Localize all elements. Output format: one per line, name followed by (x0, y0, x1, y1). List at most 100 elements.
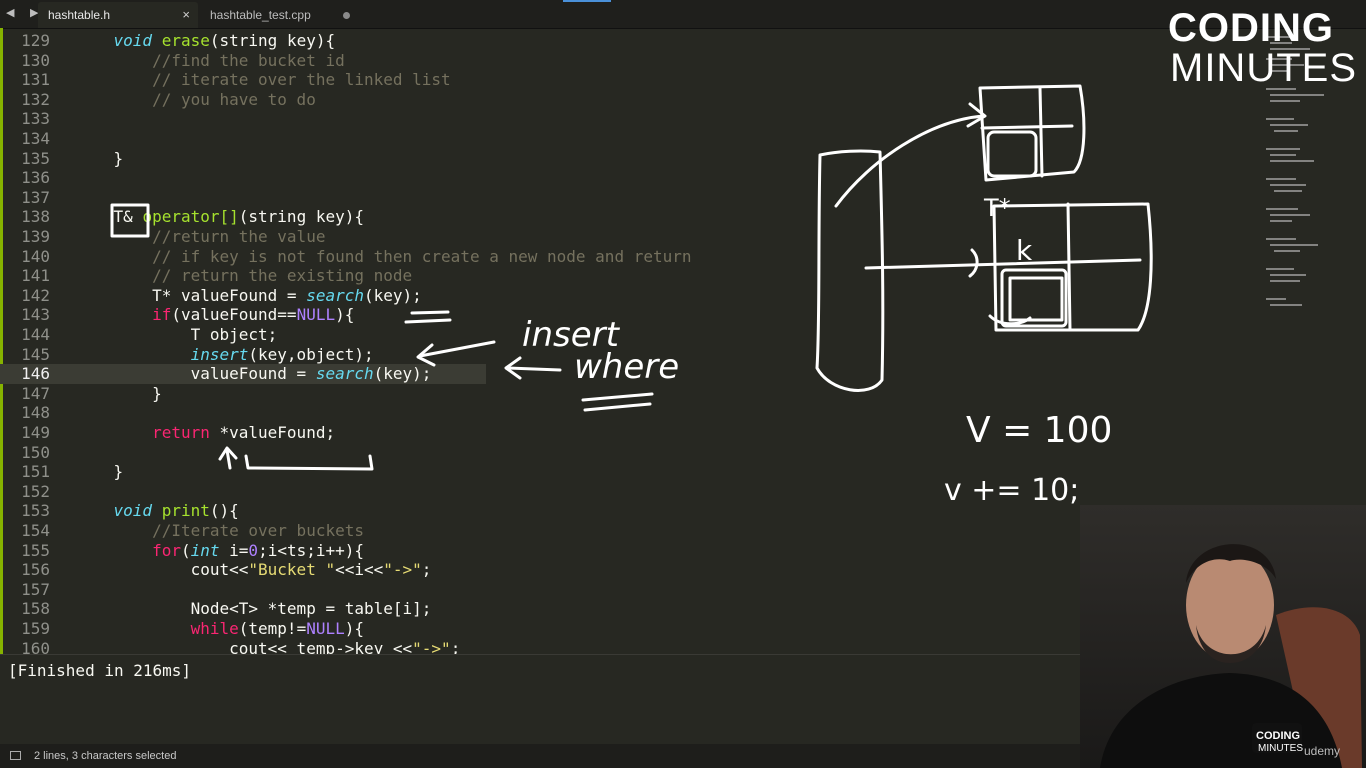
build-output-text: [Finished in 216ms] (8, 661, 192, 680)
line-number: 148 (21, 403, 50, 423)
code-line[interactable]: 150 (0, 443, 1260, 463)
line-number: 142 (21, 285, 50, 305)
line-number: 129 (21, 31, 50, 50)
code-text: // if key is not found then create a new… (152, 246, 692, 266)
code-line[interactable]: 140 // if key is not found then create a… (0, 247, 1260, 267)
code-line[interactable]: 142 T* valueFound = search(key); (0, 286, 1260, 306)
line-number: 133 (21, 109, 50, 129)
line-number: 146 (21, 364, 50, 384)
code-text: Node<T> *temp = table[i]; (75, 599, 432, 619)
code-text: //return the value (152, 227, 326, 246)
line-number: 130 (21, 50, 50, 70)
udemy-watermark: udemy (1304, 744, 1341, 758)
code-line[interactable]: 138 T& operator[](string key){ (0, 207, 1260, 227)
code-text: //find the bucket id (152, 50, 345, 70)
line-number: 138 (21, 207, 50, 227)
code-line[interactable]: 155 for(int i=0;i<ts;i++){ (0, 541, 1260, 561)
code-text: // iterate over the linked list (152, 70, 451, 90)
line-number: 131 (21, 70, 50, 90)
code-line[interactable]: 143 if(valueFound==NULL){ (0, 305, 1260, 325)
line-number: 136 (21, 168, 50, 188)
code-text: while(temp!=NULL){ (190, 619, 364, 638)
code-line[interactable]: 160 cout<< temp->key <<"->"; (0, 639, 1260, 654)
code-text: cout<<"Bucket "<<i<<"->"; (75, 560, 432, 580)
logo-top-text: CODING (1168, 6, 1334, 50)
code-text: //Iterate over buckets (152, 521, 364, 540)
code-line[interactable]: 148 (0, 403, 1260, 423)
line-number: 144 (21, 325, 50, 344)
code-text: void print(){ (113, 501, 239, 521)
line-number: 151 (21, 462, 50, 482)
code-line[interactable]: 156 cout<<"Bucket "<<i<<"->"; (0, 560, 1260, 580)
code-text: } (75, 462, 124, 482)
code-text: insert(key,object); (190, 344, 374, 364)
panel-toggle-icon[interactable] (10, 751, 21, 760)
code-text: T object; (75, 325, 278, 344)
code-text: void erase(string key){ (113, 31, 336, 50)
code-line[interactable]: 131 // iterate over the linked list (0, 70, 1260, 90)
line-number: 155 (21, 540, 50, 560)
shirt-logo-top: CODING (1256, 730, 1300, 742)
tab-hashtable-h[interactable]: hashtable.h × (38, 2, 198, 28)
close-icon[interactable]: × (182, 7, 190, 22)
tab-bar: ◀ ▶ hashtable.h × hashtable_test.cpp (0, 0, 1366, 29)
tab-hashtable-test-cpp[interactable]: hashtable_test.cpp (200, 2, 360, 28)
code-text: } (75, 148, 124, 168)
line-number: 139 (21, 227, 50, 246)
line-number: 140 (21, 246, 50, 266)
line-number: 137 (21, 187, 50, 207)
code-text: // return the existing node (152, 266, 413, 286)
line-number: 160 (21, 638, 50, 654)
coding-minutes-logo: CODING MINUTES (1168, 8, 1358, 88)
line-number: 153 (21, 501, 50, 521)
code-line[interactable]: 137 (0, 188, 1260, 208)
code-text: // you have to do (152, 89, 316, 109)
line-number: 158 (21, 599, 50, 619)
line-number: 152 (21, 481, 50, 501)
code-line[interactable]: 145 insert(key,object); (0, 345, 1260, 365)
tab-label: hashtable_test.cpp (210, 8, 311, 22)
line-number: 143 (21, 305, 50, 325)
code-line[interactable]: 139 //return the value (0, 227, 1260, 247)
code-line[interactable]: 129 void erase(string key){ (0, 31, 1260, 51)
code-text: T* valueFound = search(key); (75, 285, 422, 305)
line-number: 149 (21, 423, 50, 442)
selection-status: 2 lines, 3 characters selected (34, 750, 177, 762)
instructor-webcam: CODING MINUTES (1080, 505, 1366, 768)
code-line[interactable]: 132 // you have to do (0, 90, 1260, 110)
line-number: 141 (21, 266, 50, 286)
line-number: 145 (21, 344, 50, 364)
code-text: if(valueFound==NULL){ (152, 305, 355, 325)
code-line[interactable]: 130 //find the bucket id (0, 51, 1260, 71)
code-line[interactable]: 153 void print(){ (0, 501, 1260, 521)
code-line[interactable]: 154 //Iterate over buckets (0, 521, 1260, 541)
code-line[interactable]: 146 valueFound = search(key); (0, 364, 486, 384)
code-line[interactable]: 157 (0, 580, 1260, 600)
code-line[interactable]: 158 Node<T> *temp = table[i]; (0, 599, 1260, 619)
code-line[interactable]: 135 } (0, 149, 1260, 169)
line-number: 147 (21, 383, 50, 403)
code-text: valueFound = search(key); (75, 364, 432, 384)
code-editor[interactable]: 129 void erase(string key){130 //find th… (0, 28, 1260, 654)
code-line[interactable]: 152 (0, 482, 1260, 502)
code-text: cout<< temp->key <<"->"; (75, 638, 461, 654)
shirt-logo-bottom: MINUTES (1258, 743, 1303, 754)
tab-label: hashtable.h (48, 8, 111, 22)
code-line[interactable]: 144 T object; (0, 325, 1260, 345)
line-number: 157 (21, 579, 50, 599)
code-line[interactable]: 151 } (0, 462, 1260, 482)
code-line[interactable]: 134 (0, 129, 1260, 149)
line-number: 156 (21, 560, 50, 580)
code-line[interactable]: 147 } (0, 384, 1260, 404)
line-number: 150 (21, 442, 50, 462)
unsaved-dot-icon (343, 12, 350, 19)
code-line[interactable]: 149 return *valueFound; (0, 423, 1260, 443)
line-number: 134 (21, 129, 50, 148)
code-line[interactable]: 133 (0, 109, 1260, 129)
tab-scroll-indicator (563, 0, 611, 2)
code-line[interactable]: 159 while(temp!=NULL){ (0, 619, 1260, 639)
logo-bottom-text: MINUTES (1170, 46, 1357, 90)
code-line[interactable]: 141 // return the existing node (0, 266, 1260, 286)
code-line[interactable]: 136 (0, 168, 1260, 188)
line-number: 132 (21, 89, 50, 109)
